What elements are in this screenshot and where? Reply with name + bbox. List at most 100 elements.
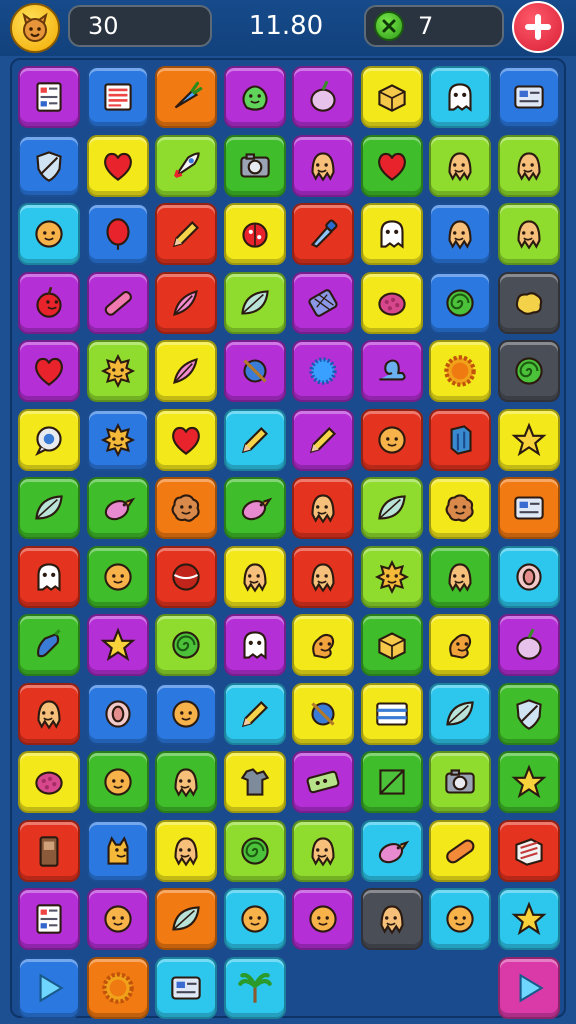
game-tile[interactable] <box>429 340 491 402</box>
game-tile[interactable] <box>292 408 354 471</box>
game-tile[interactable] <box>155 203 217 265</box>
game-tile[interactable] <box>18 614 80 676</box>
game-tile[interactable] <box>18 682 80 745</box>
game-tile[interactable] <box>360 819 423 882</box>
game-tile[interactable] <box>360 477 423 539</box>
game-tile[interactable] <box>86 614 149 676</box>
game-tile[interactable] <box>155 66 217 128</box>
game-tile[interactable] <box>18 888 80 950</box>
game-tile[interactable] <box>360 66 423 128</box>
game-tile[interactable] <box>360 682 423 745</box>
game-tile[interactable] <box>497 545 560 608</box>
game-tile[interactable] <box>360 545 423 608</box>
game-tile[interactable] <box>497 203 560 265</box>
game-tile[interactable] <box>497 340 560 402</box>
game-tile[interactable] <box>223 408 286 471</box>
game-tile[interactable] <box>86 66 149 128</box>
game-tile[interactable] <box>86 888 149 950</box>
game-tile[interactable] <box>497 751 560 813</box>
game-tile[interactable] <box>223 751 286 813</box>
game-tile[interactable] <box>429 888 491 950</box>
game-tile[interactable] <box>155 134 217 197</box>
game-tile[interactable] <box>155 614 217 676</box>
game-tile[interactable] <box>223 888 286 950</box>
game-tile[interactable] <box>86 340 149 402</box>
game-tile[interactable] <box>429 819 491 882</box>
game-tile[interactable] <box>497 888 560 950</box>
game-tile[interactable] <box>292 819 354 882</box>
game-tile[interactable] <box>18 477 80 539</box>
game-tile[interactable] <box>223 614 286 676</box>
game-tile[interactable] <box>429 203 491 265</box>
game-tile[interactable] <box>86 477 149 539</box>
game-tile[interactable] <box>292 203 354 265</box>
game-tile[interactable] <box>292 751 354 813</box>
game-tile[interactable] <box>360 888 423 950</box>
game-tile[interactable] <box>223 271 286 334</box>
game-tile[interactable] <box>223 682 286 745</box>
game-tile[interactable] <box>155 888 217 950</box>
game-tile[interactable] <box>18 66 80 128</box>
game-tile[interactable] <box>497 614 560 676</box>
game-tile[interactable] <box>86 819 149 882</box>
game-tile[interactable] <box>429 408 491 471</box>
game-tile[interactable] <box>292 614 354 676</box>
game-tile[interactable] <box>360 134 423 197</box>
game-tile[interactable] <box>360 340 423 402</box>
game-tile[interactable] <box>18 271 80 334</box>
game-tile[interactable] <box>497 819 560 882</box>
game-tile[interactable] <box>429 614 491 676</box>
game-tile[interactable] <box>360 408 423 471</box>
game-tile[interactable] <box>223 66 286 128</box>
game-tile[interactable] <box>155 271 217 334</box>
game-tile[interactable] <box>18 819 80 882</box>
game-tile[interactable] <box>360 203 423 265</box>
game-tile[interactable] <box>223 203 286 265</box>
play-button[interactable] <box>18 956 80 1019</box>
game-tile[interactable] <box>360 751 423 813</box>
game-tile[interactable] <box>86 545 149 608</box>
game-tile[interactable] <box>497 477 560 539</box>
game-tile[interactable] <box>223 134 286 197</box>
game-tile[interactable] <box>292 134 354 197</box>
game-tile[interactable] <box>155 819 217 882</box>
game-tile[interactable] <box>292 888 354 950</box>
game-tile[interactable] <box>223 340 286 402</box>
game-tile[interactable] <box>360 614 423 676</box>
game-tile[interactable] <box>429 134 491 197</box>
game-tile[interactable] <box>497 271 560 334</box>
game-tile[interactable] <box>155 751 217 813</box>
game-tile[interactable] <box>155 477 217 539</box>
game-tile[interactable] <box>155 682 217 745</box>
game-tile[interactable] <box>497 66 560 128</box>
game-tile[interactable] <box>155 545 217 608</box>
game-tile[interactable] <box>292 340 354 402</box>
game-tile[interactable] <box>18 203 80 265</box>
game-tile[interactable] <box>86 203 149 265</box>
game-tile[interactable] <box>18 545 80 608</box>
game-tile[interactable] <box>292 66 354 128</box>
game-tile[interactable] <box>155 408 217 471</box>
game-tile[interactable] <box>360 271 423 334</box>
game-tile[interactable] <box>86 271 149 334</box>
game-tile[interactable] <box>497 134 560 197</box>
play-button[interactable] <box>497 956 560 1019</box>
game-tile[interactable] <box>155 956 217 1019</box>
game-tile[interactable] <box>429 271 491 334</box>
game-tile[interactable] <box>223 477 286 539</box>
game-tile[interactable] <box>86 408 149 471</box>
game-tile[interactable] <box>292 682 354 745</box>
game-tile[interactable] <box>429 66 491 128</box>
game-tile[interactable] <box>429 477 491 539</box>
game-tile[interactable] <box>86 682 149 745</box>
game-tile[interactable] <box>292 545 354 608</box>
game-tile[interactable] <box>86 134 149 197</box>
game-tile[interactable] <box>223 819 286 882</box>
game-tile[interactable] <box>429 751 491 813</box>
game-tile[interactable] <box>292 271 354 334</box>
game-tile[interactable] <box>18 751 80 813</box>
game-tile[interactable] <box>86 751 149 813</box>
add-button[interactable] <box>512 1 564 53</box>
game-tile[interactable] <box>18 408 80 471</box>
game-tile[interactable] <box>292 477 354 539</box>
